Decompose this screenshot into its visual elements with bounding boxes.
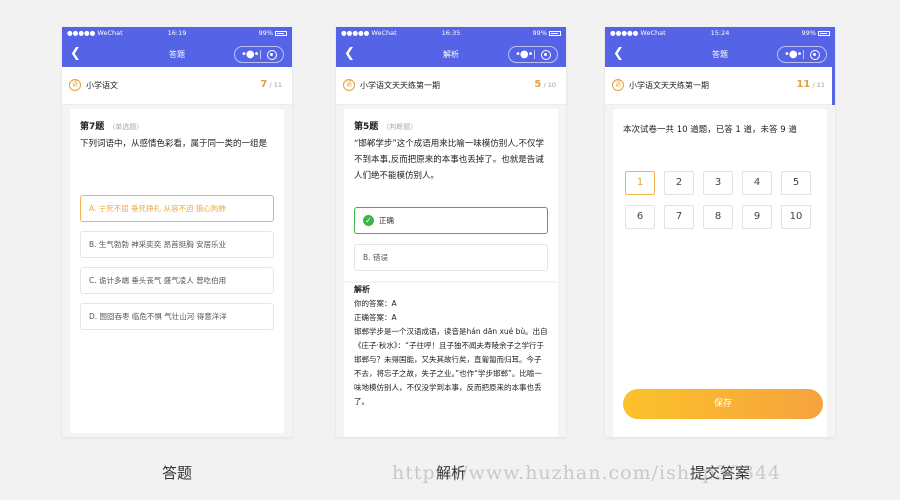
quiz-name: 小学语文: [86, 81, 118, 90]
check-circle-icon: ✓: [363, 214, 374, 226]
battery-icon: [818, 30, 830, 36]
more-dots-icon[interactable]: •●•: [784, 48, 803, 61]
option-a[interactable]: A. 宁死不屈 垂死挣扎 从容不迫 狼心狗肺: [80, 195, 274, 222]
question-text: 下列词语中，从感情色彩看，属于同一类的一组是: [80, 139, 268, 149]
battery-percent: 99%: [258, 29, 273, 37]
quiz-name: 小学语文天天练第一期: [360, 81, 440, 90]
question-number-3[interactable]: 3: [703, 171, 733, 195]
question-card: 第7题 （单选题） 下列词语中，从感情色彩看，属于同一类的一组是 A. 宁死不屈 …: [70, 109, 284, 433]
more-dots-icon[interactable]: •●•: [515, 48, 534, 61]
progress-current: 7: [260, 79, 268, 90]
target-circle-icon[interactable]: [267, 50, 277, 60]
status-bar: ●●●●● WeChat 16:19 99%: [62, 27, 292, 41]
battery-indicator: 99%: [802, 29, 830, 37]
option-c[interactable]: C. 诡计多端 垂头丧气 盛气凌人 曾吃伯用: [80, 267, 274, 294]
question-type: （单选题）: [108, 123, 144, 131]
watermark-url: https://www.huzhan.com/ishop30344: [392, 462, 782, 484]
title-bar: ●●●●● WeChat 16:35 99% ❮ 解析 •●•: [336, 27, 566, 67]
analysis-heading: 解析: [354, 285, 370, 294]
status-bar: ●●●●● WeChat 16:35 99%: [336, 27, 566, 41]
capsule-divider: [260, 50, 261, 59]
battery-percent: 99%: [801, 29, 816, 37]
question-number-5[interactable]: 5: [781, 171, 811, 195]
scroll-indicator: [832, 67, 835, 105]
quiz-name: 小学语文天天练第一期: [629, 81, 709, 90]
battery-percent: 99%: [532, 29, 547, 37]
analysis-body: 邯郸学步是一个汉语成语，读音是hán dān xué bù。出自《庄子·秋水》：…: [354, 327, 548, 406]
title-bar: ●●●●● WeChat 15:24 99% ❮ 答题 •●•: [605, 27, 835, 67]
capsule-divider: [803, 50, 804, 59]
quiz-header: 语 小学语文天天练第一期 5 / 10: [336, 67, 566, 105]
option-wrong[interactable]: B. 错误: [354, 244, 548, 271]
progress-current: 5: [534, 79, 542, 90]
nav-bar: ❮ 答题 •●•: [62, 41, 292, 67]
battery-icon: [549, 30, 561, 36]
question-heading: 第7题 （单选题）: [80, 119, 274, 132]
option-d[interactable]: D. 囫囵吞枣 临危不惧 气壮山河 得意洋洋: [80, 303, 274, 330]
question-number: 第5题: [354, 122, 379, 132]
nav-bar: ❮ 解析 •●•: [336, 41, 566, 67]
brand-circle-icon: 语: [343, 79, 355, 91]
quiz-header: 语 小学语文 7 / 11: [62, 67, 292, 105]
quiz-progress: 11 / 11: [796, 79, 825, 90]
caption-answer: 答题: [161, 464, 192, 482]
phone-analysis: ●●●●● WeChat 16:35 99% ❮ 解析 •●• 语 小学语文天天…: [336, 27, 566, 437]
miniapp-capsule: •●•: [508, 46, 558, 63]
question-card: 第5题 （判断题） “邯郸学步”这个成语用来比喻一味模仿别人,不仅学不到本事,反而…: [344, 109, 558, 281]
analysis-section: 解析 你的答案：A 正确答案：A 邯郸学步是一个汉语成语，读音是hán dān …: [354, 283, 548, 409]
status-time: 16:19: [167, 29, 187, 37]
brand-circle-icon: 语: [612, 79, 624, 91]
progress-total: / 11: [812, 81, 825, 89]
correct-answer: 正确答案：A: [354, 313, 397, 322]
question-number-8[interactable]: 8: [703, 205, 733, 229]
quiz-progress: 5 / 10: [534, 79, 556, 90]
save-button[interactable]: 保存: [623, 389, 823, 419]
title-bar: ●●●●● WeChat 16:19 99% ❮ 答题 •●•: [62, 27, 292, 67]
question-number-4[interactable]: 4: [742, 171, 772, 195]
question-number-7[interactable]: 7: [664, 205, 694, 229]
question-number: 第7题: [80, 122, 105, 132]
more-dots-icon[interactable]: •●•: [241, 48, 260, 61]
progress-total: / 11: [269, 81, 282, 89]
battery-icon: [275, 30, 287, 36]
summary-text: 本次试卷一共 10 道题，已答 1 道，未答 9 道: [623, 125, 797, 135]
summary-card: 本次试卷一共 10 道题，已答 1 道，未答 9 道 1 2 3 4 5 6 7…: [613, 109, 827, 437]
phone-answer: ●●●●● WeChat 16:19 99% ❮ 答题 •●• 语 小学语文 7…: [62, 27, 292, 437]
question-number-1[interactable]: 1: [625, 171, 655, 195]
progress-total: / 10: [543, 81, 556, 89]
status-bar: ●●●●● WeChat 15:24 99%: [605, 27, 835, 41]
question-number-2[interactable]: 2: [664, 171, 694, 195]
battery-indicator: 99%: [259, 29, 287, 37]
target-circle-icon[interactable]: [541, 50, 551, 60]
status-time: 15:24: [710, 29, 730, 37]
analysis-card: 解析 你的答案：A 正确答案：A 邯郸学步是一个汉语成语，读音是hán dān …: [344, 283, 558, 437]
question-number-9[interactable]: 9: [742, 205, 772, 229]
progress-current: 11: [796, 79, 811, 90]
option-label: 正确: [379, 216, 394, 225]
question-text: “邯郸学步”这个成语用来比喻一味模仿别人,不仅学不到本事,反而把原来的本事也丢掉…: [354, 139, 545, 181]
question-number-10[interactable]: 10: [781, 205, 811, 229]
phone-submit: ●●●●● WeChat 15:24 99% ❮ 答题 •●• 语 小学语文天天…: [605, 27, 835, 437]
nav-bar: ❮ 答题 •●•: [605, 41, 835, 67]
your-answer: 你的答案：A: [354, 299, 397, 308]
battery-indicator: 99%: [533, 29, 561, 37]
status-time: 16:35: [441, 29, 461, 37]
option-correct[interactable]: ✓ 正确: [354, 207, 548, 234]
question-heading: 第5题 （判断题）: [354, 119, 548, 132]
question-type: （判断题）: [382, 123, 418, 131]
capsule-divider: [534, 50, 535, 59]
brand-circle-icon: 语: [69, 79, 81, 91]
quiz-progress: 7 / 11: [260, 79, 282, 90]
target-circle-icon[interactable]: [810, 50, 820, 60]
option-b[interactable]: B. 生气勃勃 神采奕奕 昂首挺胸 安居乐业: [80, 231, 274, 258]
question-number-6[interactable]: 6: [625, 205, 655, 229]
miniapp-capsule: •●•: [234, 46, 284, 63]
miniapp-capsule: •●•: [777, 46, 827, 63]
quiz-header: 语 小学语文天天练第一期 11 / 11: [605, 67, 835, 105]
